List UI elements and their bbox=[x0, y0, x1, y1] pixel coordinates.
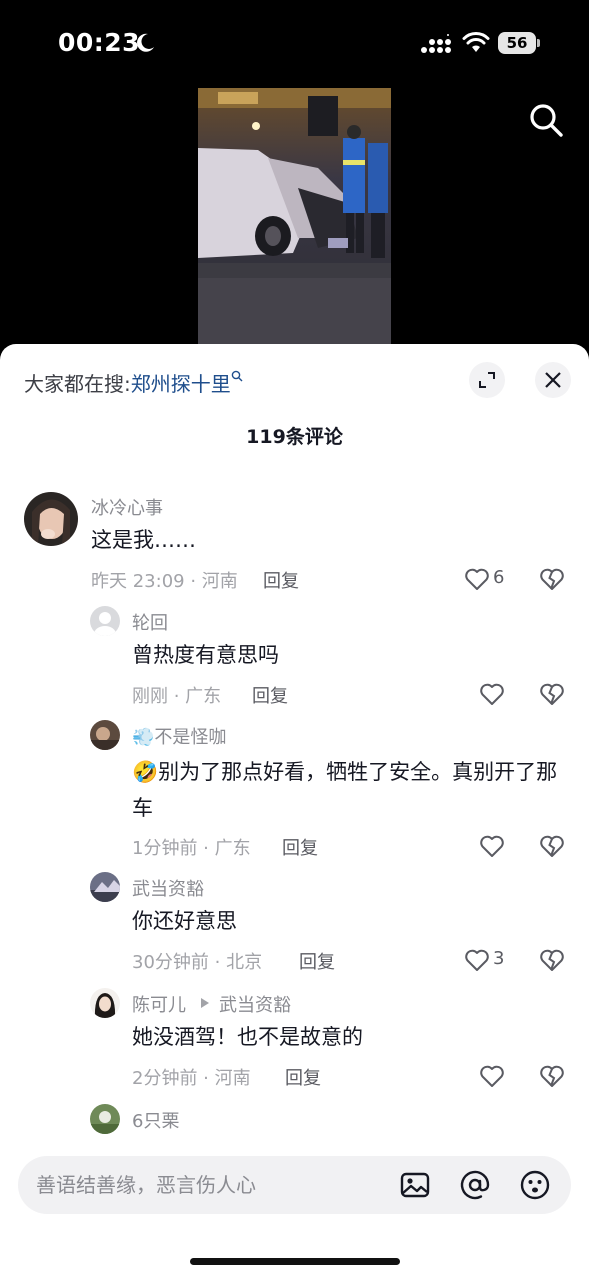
reply-item: 陈可儿 武当资豁 她没酒驾！也不是故意的 2分钟前 · 河南 回复 bbox=[0, 988, 589, 1090]
reply-button[interactable]: 回复 bbox=[299, 948, 335, 974]
avatar[interactable] bbox=[90, 872, 120, 902]
comment-meta: 昨天 23:09 · 河南 bbox=[91, 571, 238, 592]
wifi-icon bbox=[462, 32, 490, 52]
moon-icon bbox=[137, 33, 154, 52]
comment-username[interactable]: 冰冷心事 bbox=[91, 494, 163, 520]
comment-count-title: 119条评论 bbox=[246, 426, 343, 448]
like-icon[interactable] bbox=[479, 682, 505, 706]
comment-item: 冰冷心事 这是我…… 昨天 23:09 · 河南 回复 6 bbox=[0, 492, 589, 602]
comment-input[interactable] bbox=[36, 1156, 396, 1214]
comment-text: 🤣别为了那点好看，牺牲了安全。真别开了那车 bbox=[132, 760, 558, 820]
reply-button[interactable]: 回复 bbox=[263, 567, 299, 593]
hot-search-keyword[interactable]: 郑州探十里 bbox=[131, 372, 231, 396]
comment-meta: 1分钟前 · 广东 bbox=[132, 838, 251, 859]
comment-text: 这是我…… bbox=[91, 528, 196, 552]
avatar[interactable] bbox=[90, 1104, 120, 1134]
emoji-icon[interactable] bbox=[519, 1169, 551, 1201]
dislike-icon[interactable] bbox=[539, 948, 565, 972]
close-icon bbox=[545, 372, 561, 388]
reply-to-username[interactable]: 武当资豁 bbox=[219, 991, 291, 1017]
status-time: 00:23 bbox=[58, 28, 141, 57]
avatar[interactable] bbox=[24, 492, 78, 546]
home-indicator[interactable] bbox=[190, 1258, 400, 1265]
comment-meta: 刚刚 · 广东 bbox=[132, 686, 222, 707]
comment-text: 你还好意思 bbox=[132, 909, 237, 933]
comment-username[interactable]: 6只栗 bbox=[132, 1107, 179, 1133]
battery-level: 56 bbox=[498, 32, 536, 54]
hot-search-prefix: 大家都在搜: bbox=[24, 372, 131, 396]
dislike-icon[interactable] bbox=[539, 1064, 565, 1088]
avatar[interactable] bbox=[90, 720, 120, 750]
expand-icon bbox=[479, 372, 495, 388]
comment-username[interactable]: 陈可儿 bbox=[132, 991, 186, 1017]
reply-item: 💨不是怪咖 🤣别为了那点好看，牺牲了安全。真别开了那车 1分钟前 · 广东 回复 bbox=[0, 720, 589, 860]
avatar[interactable] bbox=[90, 606, 120, 636]
avatar[interactable] bbox=[90, 988, 120, 1018]
hot-search-bar[interactable]: 大家都在搜:郑州探十里 bbox=[24, 368, 243, 397]
dislike-icon[interactable] bbox=[539, 834, 565, 858]
cellular-signal-icon bbox=[421, 34, 451, 53]
close-button[interactable] bbox=[535, 362, 571, 398]
at-icon[interactable] bbox=[459, 1169, 491, 1201]
search-icon bbox=[231, 370, 243, 382]
comment-text: 她没酒驾！也不是故意的 bbox=[132, 1025, 363, 1049]
comment-username[interactable]: 轮回 bbox=[132, 609, 168, 635]
comments-panel: 大家都在搜:郑州探十里 119条评论 冰冷心事 这是我…… 昨天 23:09 ·… bbox=[0, 344, 589, 1278]
comment-meta: 30分钟前 · 北京 bbox=[132, 952, 263, 973]
reply-item: 6只栗 bbox=[0, 1104, 589, 1144]
like-icon[interactable] bbox=[464, 948, 490, 972]
reply-item: 武当资豁 你还好意思 30分钟前 · 北京 回复 3 bbox=[0, 872, 589, 974]
status-bar: 00:23 56 bbox=[0, 0, 589, 88]
like-icon[interactable] bbox=[479, 1064, 505, 1088]
video-frame[interactable] bbox=[198, 88, 391, 348]
comment-text: 曾热度有意思吗 bbox=[132, 643, 279, 667]
reply-arrow-icon bbox=[201, 998, 209, 1008]
reply-button[interactable]: 回复 bbox=[285, 1064, 321, 1090]
battery-icon: 56 bbox=[498, 32, 540, 54]
reply-button[interactable]: 回复 bbox=[282, 834, 318, 860]
image-icon[interactable] bbox=[399, 1169, 431, 1201]
search-icon[interactable] bbox=[528, 102, 564, 138]
like-icon[interactable] bbox=[464, 567, 490, 591]
comment-username[interactable]: 💨不是怪咖 bbox=[132, 723, 226, 749]
comment-input-bar bbox=[18, 1156, 571, 1214]
like-icon[interactable] bbox=[479, 834, 505, 858]
like-count: 6 bbox=[493, 567, 505, 588]
reply-item: 轮回 曾热度有意思吗 刚刚 · 广东 回复 bbox=[0, 606, 589, 708]
comment-meta: 2分钟前 · 河南 bbox=[132, 1068, 251, 1089]
comment-username[interactable]: 武当资豁 bbox=[132, 875, 204, 901]
expand-button[interactable] bbox=[469, 362, 505, 398]
dislike-icon[interactable] bbox=[539, 682, 565, 706]
like-count: 3 bbox=[493, 948, 505, 969]
reply-button[interactable]: 回复 bbox=[252, 682, 288, 708]
dislike-icon[interactable] bbox=[539, 567, 565, 591]
